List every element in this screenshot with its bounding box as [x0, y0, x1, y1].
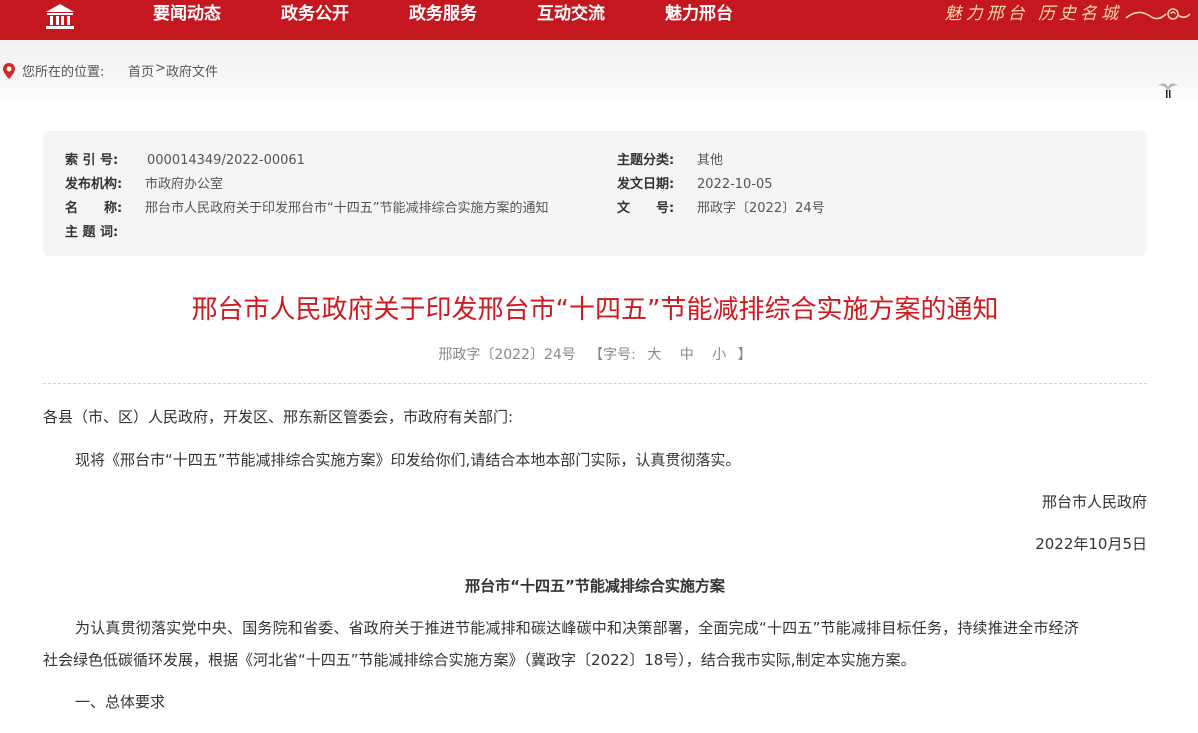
font-size-small-button[interactable]: 小 [712, 347, 726, 363]
subtitle-docno: 邢政字〔2022〕24号 [438, 347, 576, 363]
nav-item-charm-xingtai[interactable]: 魅力邢台 [665, 0, 733, 28]
nav-item-open-gov[interactable]: 政务公开 [281, 0, 349, 28]
info-docno-row: 文 号: 邢政字〔2022〕24号 [617, 197, 825, 216]
info-docno-value: 邢政字〔2022〕24号 [697, 201, 825, 216]
location-pin-icon [3, 63, 15, 79]
info-name-value: 邢台市人民政府关于印发邢台市“十四五”节能减排综合实施方案的通知 [145, 201, 549, 216]
info-name-row: 名 称: 邢台市人民政府关于印发邢台市“十四五”节能减排综合实施方案的通知 [65, 197, 548, 216]
info-org-row: 发布机构: 市政府办公室 [65, 173, 223, 192]
breadcrumb-separator: > [155, 61, 166, 76]
document-subtitle: 邢政字〔2022〕24号 【字号: 大 中 小 】 [0, 344, 1190, 364]
info-category-row: 主题分类: 其他 [617, 149, 723, 168]
info-category-key: 主题分类: [617, 153, 675, 168]
info-index-row: 索 引 号: 000014349/2022-00061 [65, 149, 305, 168]
breadcrumb-label: 您所在的位置: [22, 65, 105, 80]
plan-title: 邢台市“十四五”节能减排综合实施方案 [465, 577, 725, 595]
info-keyword-row: 主 题 词: [65, 221, 145, 240]
bird-icon [1158, 83, 1178, 98]
cloud-ornament-icon [1125, 8, 1191, 20]
info-org-key: 发布机构: [65, 177, 123, 192]
top-nav: 要闻动态 政务公开 政务服务 互动交流 魅力邢台 魅力邢台 历史名城 [0, 0, 1198, 40]
nav-item-interaction[interactable]: 互动交流 [537, 0, 605, 28]
section-heading-1: 一、总体要求 [75, 693, 166, 711]
issue-date: 2022年10月5日 [1035, 535, 1147, 553]
info-keyword-key: 主 题 词: [65, 225, 119, 240]
info-date-key: 发文日期: [617, 177, 675, 192]
info-index-key: 索 引 号: [65, 153, 119, 168]
document-title: 邢台市人民政府关于印发邢台市“十四五”节能减排综合实施方案的通知 [191, 295, 999, 325]
info-category-value: 其他 [697, 153, 724, 168]
info-docno-key: 文 号: [617, 201, 675, 216]
font-size-large-button[interactable]: 大 [647, 347, 661, 363]
document-info-box: 索 引 号: 000014349/2022-00061 发布机构: 市政府办公室 名… [43, 131, 1147, 256]
breadcrumb-home-link[interactable]: 首页 [128, 61, 154, 80]
body-paragraph-1: 现将《邢台市“十四五”节能减排综合实施方案》印发给你们,请结合本地本部门实际，认… [75, 451, 741, 469]
salutation: 各县（市、区）人民政府，开发区、邢东新区管委会，市政府有关部门: [43, 408, 514, 426]
signer: 邢台市人民政府 [1041, 493, 1147, 511]
body-paragraph-2-line-1: 为认真贯彻落实党中央、国务院和省委、省政府关于推进节能减排和碳达峰碳中和决策部署… [75, 619, 1079, 637]
font-size-medium-button[interactable]: 中 [680, 347, 694, 363]
home-icon[interactable] [44, 2, 76, 30]
breadcrumb-current-link[interactable]: 政府文件 [166, 61, 218, 80]
title-divider [43, 383, 1147, 384]
slogan: 魅力邢台 历史名城 [944, 4, 1122, 24]
info-org-value: 市政府办公室 [145, 177, 224, 192]
info-date-value: 2022-10-05 [697, 177, 773, 192]
font-size-label: 【字号: [589, 347, 636, 363]
info-name-key: 名 称: [65, 201, 123, 216]
nav-item-news[interactable]: 要闻动态 [153, 0, 221, 28]
info-index-value: 000014349/2022-00061 [147, 153, 305, 168]
info-date-row: 发文日期: 2022-10-05 [617, 173, 773, 192]
breadcrumb: 您所在的位置: 首页 > 政府文件 [0, 40, 1198, 100]
font-size-close: 】 [737, 347, 752, 363]
body-paragraph-2-line-2: 社会绿色低碳循环发展，根据《河北省“十四五”节能减排综合实施方案》（冀政字〔20… [43, 651, 916, 669]
nav-item-services[interactable]: 政务服务 [409, 0, 477, 28]
